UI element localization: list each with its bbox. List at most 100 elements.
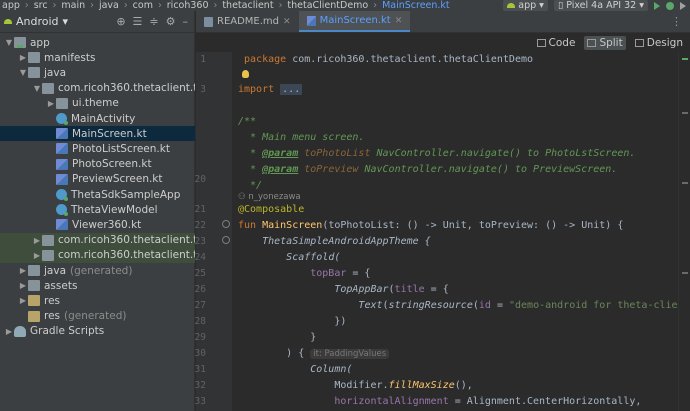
tree-item[interactable]: PhotoListScreen.kt — [0, 141, 195, 156]
breadcrumb-ricoh360[interactable]: ricoh360 — [165, 0, 211, 11]
package-icon — [42, 234, 54, 246]
breadcrumb-separator: › — [278, 0, 283, 11]
tab-readme[interactable]: README.md ✕ — [196, 11, 299, 32]
breadcrumb-mainscreen[interactable]: MainScreen.kt — [380, 0, 452, 11]
breadcrumb-com[interactable]: com — [131, 0, 155, 11]
navigation-bar: app › src › main › java › com › ricoh360 › the… — [0, 0, 690, 11]
code-line: import ... — [238, 84, 303, 95]
debug-icon[interactable] — [666, 1, 674, 10]
chevron-right-icon[interactable]: ▶ — [18, 281, 28, 290]
mode-code-button[interactable]: Code — [534, 36, 579, 50]
tree-item[interactable]: ▶ manifests — [0, 50, 195, 65]
line-number: 22 — [194, 220, 206, 231]
tree-item[interactable]: ▼ com.ricoh360.thetaclient.thetaClientDem… — [0, 81, 195, 96]
line-number: 27 — [194, 300, 206, 311]
tree-item[interactable]: ▼ java — [0, 65, 195, 80]
chevron-right-icon[interactable]: ▶ — [18, 296, 28, 305]
chevron-down-icon: ▾ — [539, 0, 544, 11]
run-config-select[interactable]: app ▾ — [503, 0, 548, 11]
tree-item-label: Gradle Scripts — [30, 325, 105, 338]
tree-item-label: PreviewScreen.kt — [72, 173, 163, 186]
tree-item[interactable]: ThetaViewModel — [0, 202, 195, 217]
scroll-marker — [682, 272, 688, 274]
tree-item[interactable]: MainScreen.kt — [0, 126, 195, 142]
import-fold[interactable]: ... — [280, 84, 303, 95]
no-problems-marker[interactable] — [682, 58, 688, 60]
split-mode-icon — [587, 38, 597, 47]
project-view-select[interactable]: Android ▾ — [4, 15, 68, 28]
expand-all-icon[interactable]: ≑ — [149, 15, 158, 28]
line-number: 32 — [194, 380, 206, 391]
lightbulb-icon[interactable] — [242, 70, 249, 78]
locate-file-icon[interactable]: ⊕ — [116, 15, 125, 28]
tab-mainscreen[interactable]: MainScreen.kt ✕ — [298, 11, 411, 32]
line-number-gutter[interactable]: 1 3 20 21 22 23 24 25 26 27 28 29 30 31 … — [195, 52, 232, 411]
close-icon[interactable]: ✕ — [395, 16, 403, 26]
tree-item[interactable]: ▶ com.ricoh360.thetaclient.thetaClientDem… — [0, 232, 195, 248]
chevron-down-icon[interactable]: ▼ — [18, 68, 28, 77]
tree-item[interactable]: ▶ java (generated) — [0, 263, 195, 278]
tree-item-label: res — [44, 294, 61, 307]
chevron-right-icon[interactable]: ▶ — [18, 53, 28, 62]
folder-icon — [28, 67, 40, 79]
chevron-right-icon[interactable]: ▶ — [4, 327, 14, 336]
tree-item[interactable]: ThetaSdkSampleApp — [0, 187, 195, 202]
breadcrumb-app[interactable]: app — [0, 0, 22, 11]
chevron-down-icon: ▾ — [639, 0, 644, 11]
chevron-right-icon[interactable]: ▶ — [32, 251, 42, 260]
more-tabs-icon[interactable]: ⋮ — [663, 11, 690, 32]
breadcrumb-thetaclientdemo[interactable]: thetaClientDemo — [285, 0, 370, 11]
line-number: 24 — [194, 252, 206, 263]
close-icon[interactable]: ✕ — [283, 17, 291, 27]
mode-design-button[interactable]: Design — [632, 36, 686, 50]
breadcrumb-separator: › — [123, 0, 128, 11]
breadcrumb-src[interactable]: src — [32, 0, 50, 11]
chevron-down-icon[interactable]: ▼ — [4, 38, 14, 47]
compose-preview-icon[interactable] — [222, 220, 230, 228]
chevron-right-icon[interactable]: ▶ — [46, 99, 56, 108]
device-icon: ▯ — [557, 0, 564, 11]
tree-item[interactable]: res (generated) — [0, 309, 195, 324]
tree-item-label: java — [44, 66, 66, 79]
code-line: }) — [238, 316, 347, 327]
tree-item-label: com.ricoh360.thetaclient.thetaClientDemo — [58, 249, 195, 262]
collapse-all-icon[interactable]: ☰ — [133, 15, 143, 28]
run-icon[interactable] — [654, 1, 660, 10]
line-number: 3 — [200, 84, 206, 95]
minimize-icon[interactable]: – — [183, 15, 189, 28]
tree-item-label: MainScreen.kt — [72, 127, 147, 140]
mode-split-button[interactable]: Split — [584, 35, 626, 50]
tree-item[interactable]: ▶ res — [0, 293, 195, 308]
tree-item[interactable]: ▶ com.ricoh360.thetaclient.thetaClientDem… — [0, 247, 195, 263]
code-editor[interactable]: package com.ricoh360.thetaclient.thetaCl… — [232, 52, 678, 411]
gear-icon[interactable]: ⚙ — [166, 15, 176, 28]
code-line: horizontalAlignment = Alignment.CenterHo… — [334, 396, 642, 407]
breadcrumb-java[interactable]: java — [97, 0, 121, 11]
tree-item[interactable]: ▼ app — [0, 35, 195, 50]
scroll-marker — [682, 112, 688, 114]
tree-item[interactable]: PreviewScreen.kt — [0, 172, 195, 187]
tree-item[interactable]: PhotoScreen.kt — [0, 157, 195, 172]
tree-item[interactable]: ▶ Gradle Scripts — [0, 324, 195, 339]
line-number: 21 — [194, 204, 206, 215]
tree-item[interactable]: ▶ ui.theme — [0, 96, 195, 111]
view-mode-bar: Code Split Design — [196, 33, 690, 52]
breadcrumb-thetaclient[interactable]: thetaclient — [220, 0, 275, 11]
line-number: 28 — [194, 316, 206, 327]
tab-label: MainScreen.kt — [319, 15, 391, 26]
chevron-down-icon[interactable]: ▼ — [32, 84, 42, 93]
breadcrumb-main[interactable]: main — [59, 0, 87, 11]
tree-item[interactable]: ▶ assets — [0, 278, 195, 293]
chevron-down-icon: ▾ — [62, 15, 69, 28]
chevron-right-icon[interactable]: ▶ — [18, 266, 28, 275]
android-icon — [507, 3, 516, 8]
chevron-right-icon[interactable]: ▶ — [32, 236, 42, 245]
apply-changes-icon[interactable] — [680, 1, 686, 10]
tree-item-suffix: (generated) — [70, 264, 133, 277]
gradle-icon — [14, 325, 26, 337]
editor-scrollbar[interactable] — [678, 52, 690, 411]
compose-preview-icon[interactable] — [222, 236, 230, 244]
tree-item[interactable]: MainActivity — [0, 111, 195, 126]
tree-item[interactable]: Viewer360.kt — [0, 217, 195, 232]
device-select[interactable]: ▯ Pixel 4a API 32 ▾ — [553, 0, 648, 11]
